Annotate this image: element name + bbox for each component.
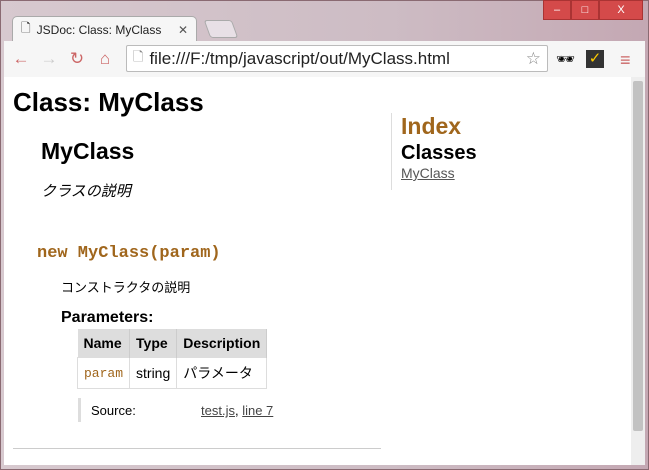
divider xyxy=(13,448,381,449)
incognito-extension-icon[interactable]: 🕶 xyxy=(556,50,575,68)
table-row: param string パラメータ xyxy=(76,357,268,389)
browser-tab[interactable]: 🗋 JSDoc: Class: MyClass ✕ xyxy=(12,16,197,42)
address-bar[interactable]: 🗋 file:///F:/tmp/javascript/out/MyClass.… xyxy=(126,45,548,72)
source-file-link[interactable]: test.js xyxy=(201,403,235,418)
param-type: string xyxy=(129,357,178,389)
scrollbar-thumb[interactable] xyxy=(633,81,643,431)
reload-icon[interactable]: ↻ xyxy=(68,49,86,69)
source-label: Source: xyxy=(91,403,136,418)
classes-heading: Classes xyxy=(401,142,477,164)
constructor-signature: new MyClass(param) xyxy=(37,244,221,263)
source-line-link[interactable]: line 7 xyxy=(242,403,273,418)
close-window-button[interactable]: X xyxy=(599,0,643,20)
menu-icon[interactable]: ≡ xyxy=(620,50,631,71)
parameters-heading: Parameters: xyxy=(61,309,154,326)
source-info: Source: test.js, line 7 xyxy=(78,398,283,422)
header-description: Description xyxy=(176,329,268,358)
page-title: Class: MyClass xyxy=(13,87,204,117)
scrollbar[interactable] xyxy=(631,77,645,465)
minimize-button[interactable]: – xyxy=(543,0,571,20)
nav-link-myclass[interactable]: MyClass xyxy=(401,165,455,181)
home-icon[interactable]: ⌂ xyxy=(96,49,114,69)
bookmark-star-icon[interactable]: ☆ xyxy=(526,49,541,69)
param-description: パラメータ xyxy=(176,357,268,389)
page-content: Class: MyClass MyClass クラスの説明 new MyClas… xyxy=(4,77,631,465)
norton-extension-icon[interactable]: ✓ xyxy=(586,50,604,68)
class-name: MyClass xyxy=(41,138,135,164)
param-name: param xyxy=(76,357,131,389)
header-name: Name xyxy=(77,329,131,358)
tab-title: JSDoc: Class: MyClass xyxy=(36,22,162,37)
header-type: Type xyxy=(129,329,178,358)
index-nav: Index Classes MyClass xyxy=(391,113,477,190)
page-icon: 🗋 xyxy=(21,21,31,35)
window-controls: – □ X xyxy=(543,0,643,20)
back-icon[interactable]: ← xyxy=(12,49,30,69)
parameters-table: Name Type Description param string パラメータ xyxy=(76,329,268,389)
source-separator: , xyxy=(234,403,243,418)
maximize-button[interactable]: □ xyxy=(571,0,599,20)
class-description: クラスの説明 xyxy=(41,183,131,200)
constructor-description: コンストラクタの説明 xyxy=(61,280,191,295)
url-text: file:///F:/tmp/javascript/out/MyClass.ht… xyxy=(149,48,450,68)
index-heading: Index xyxy=(401,113,462,139)
page-icon: 🗋 xyxy=(133,48,144,64)
close-tab-icon[interactable]: ✕ xyxy=(178,23,188,37)
forward-icon[interactable]: → xyxy=(40,49,58,69)
